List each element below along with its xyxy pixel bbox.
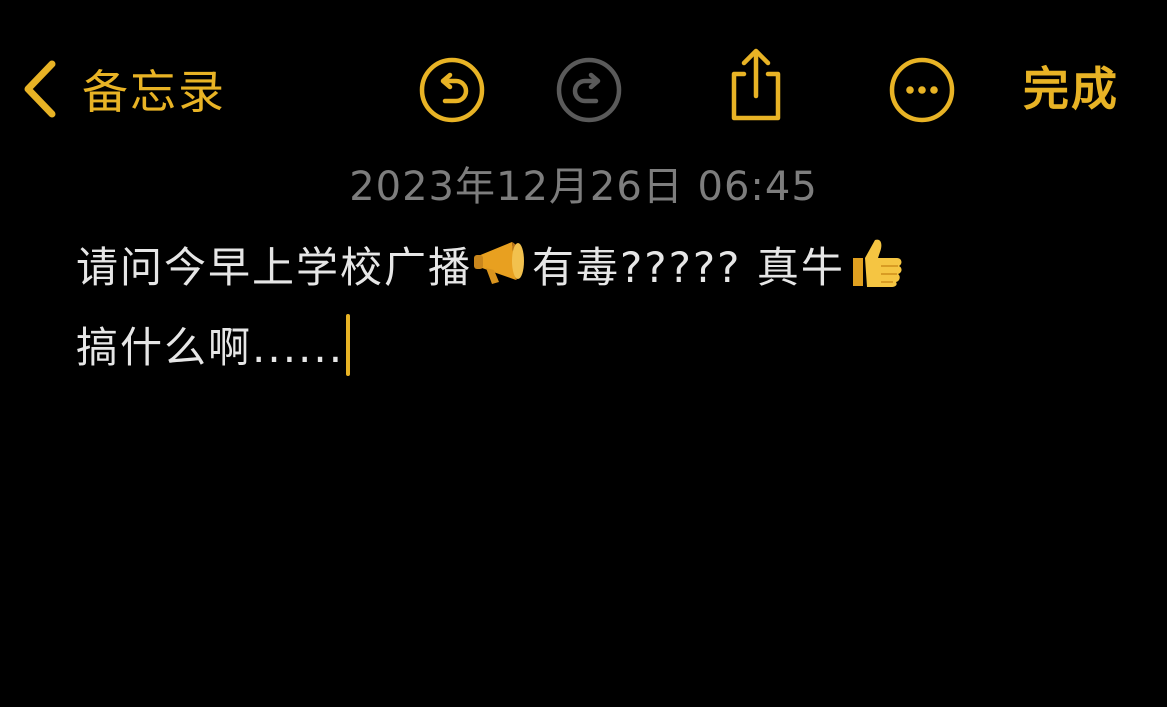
note-timestamp: 2023年12月26日 06:45 <box>349 164 818 210</box>
note-line-1: 请问今早上学校广播 有毒????? 真牛 <box>76 228 1136 308</box>
note-text-segment: 搞什么啊...... <box>76 323 345 372</box>
done-button[interactable]: 完成 <box>1023 58 1119 120</box>
back-button-label: 备忘录 <box>82 65 226 119</box>
more-icon <box>888 56 956 124</box>
navigation-toolbar: 备忘录 完成 <box>0 0 1167 180</box>
note-text-segment: 请问今早上学校广播 <box>76 243 473 292</box>
redo-icon <box>555 56 623 124</box>
note-text-editor[interactable]: 请问今早上学校广播 有毒????? 真牛 搞什么啊...... <box>76 228 1136 388</box>
more-options-button[interactable] <box>888 56 956 124</box>
chevron-left-icon <box>22 60 56 118</box>
share-button[interactable] <box>722 48 790 121</box>
back-button[interactable]: 备忘录 <box>22 58 226 120</box>
redo-button[interactable] <box>555 56 623 124</box>
note-text-segment: 有毒????? 真牛 <box>532 243 845 292</box>
undo-icon <box>418 56 486 124</box>
note-line-2: 搞什么啊...... <box>76 308 1136 388</box>
thumbs-up-emoji <box>845 234 905 287</box>
share-icon <box>722 46 790 122</box>
megaphone-emoji <box>472 234 532 286</box>
text-cursor <box>346 314 351 376</box>
undo-button[interactable] <box>418 56 486 124</box>
